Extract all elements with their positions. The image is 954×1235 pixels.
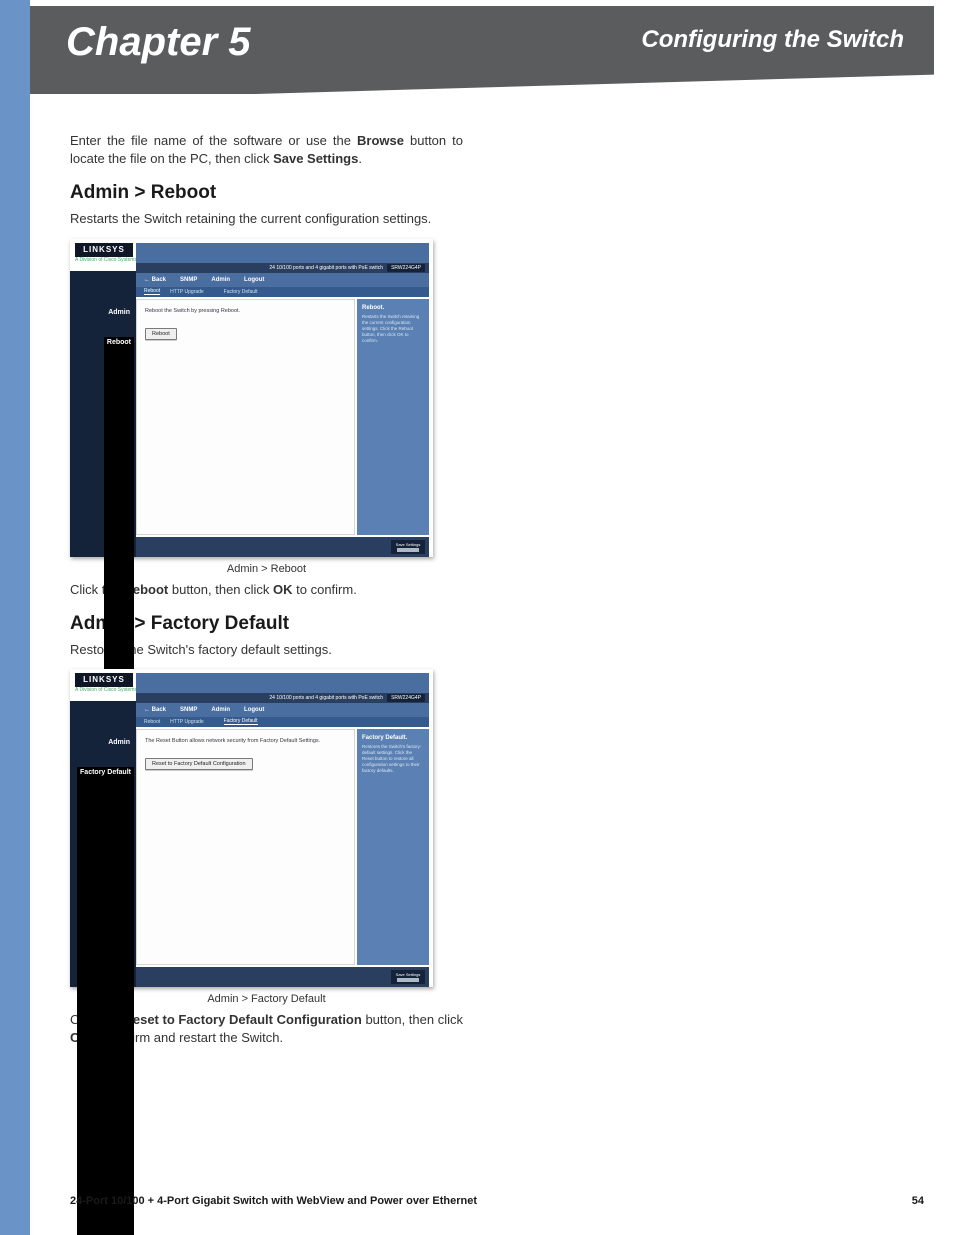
shot-save-label: Save Settings xyxy=(396,542,421,547)
page-header: Chapter 5 Configuring the Switch xyxy=(30,6,934,94)
bold-save-settings: Save Settings xyxy=(273,151,358,166)
shot-subnav-item: Reboot xyxy=(144,719,160,725)
shot-help-title: Factory Default. xyxy=(362,735,424,741)
shot-help-title: Reboot. xyxy=(362,305,424,311)
shot-logo: LINKSYS xyxy=(75,673,133,687)
shot-subnav-item: Reboot xyxy=(144,288,160,295)
footer-text: 24-Port 10/100 + 4-Port Gigabit Switch w… xyxy=(70,1195,477,1207)
shot-save-button[interactable]: Save Settings xyxy=(391,540,425,554)
heading-reboot: Admin > Reboot xyxy=(70,182,463,204)
text: Enter the file name of the software or u… xyxy=(70,133,357,148)
shot-top-band xyxy=(136,673,429,693)
content-area: Enter the file name of the software or u… xyxy=(70,132,910,1165)
figure-reboot: LINKSYS A Division of Cisco Systems, Inc… xyxy=(70,239,463,575)
bold-reset: Reset to Factory Default Configuration xyxy=(123,1012,361,1027)
shot-nav-item: Logout xyxy=(244,707,264,713)
shot-footer: Save Settings xyxy=(136,537,429,557)
shot-model: SRW224G4P xyxy=(387,694,425,702)
shot-subnav-item: Factory Default xyxy=(224,289,258,295)
header-subtitle: Configuring the Switch xyxy=(641,26,904,54)
shot-body-panel: Reboot the Switch by pressing Reboot. Re… xyxy=(136,299,355,535)
page-number: 54 xyxy=(912,1195,924,1207)
shot-product-text: 24 10/100 ports and 4 gigabit ports with… xyxy=(269,695,383,701)
shot-product-strip: 24 10/100 ports and 4 gigabit ports with… xyxy=(136,693,429,703)
page: Chapter 5 Configuring the Switch Enter t… xyxy=(0,0,954,1235)
shot-nav-bar: ← Back SNMP Admin Logout xyxy=(136,273,429,287)
shot-nav-item: Admin xyxy=(211,707,230,713)
figure-factory: LINKSYS A Division of Cisco Systems, Inc… xyxy=(70,669,463,1005)
shot-nav-item: ← Back xyxy=(144,277,166,283)
text: . xyxy=(358,151,362,166)
shot-help-panel: Factory Default. Restores the Switch's f… xyxy=(357,729,429,965)
bold-browse: Browse xyxy=(357,133,404,148)
shot-help-text: Restarts the Switch retaining the curren… xyxy=(362,314,424,344)
shot-subnav-bar: Reboot HTTP Upgrade Factory Default xyxy=(136,717,429,727)
cisco-icon xyxy=(397,978,419,982)
shot-logo: LINKSYS xyxy=(75,243,133,257)
screenshot-reboot: LINKSYS A Division of Cisco Systems, Inc… xyxy=(70,239,433,557)
shot-left-column: Admin Factory Default xyxy=(70,701,136,987)
text: button, then click xyxy=(362,1012,463,1027)
chapter-title: Chapter 5 xyxy=(66,20,251,65)
shot-left-column: Admin Reboot xyxy=(70,271,136,557)
reboot-description: Restarts the Switch retaining the curren… xyxy=(70,210,463,228)
shot-nav-main-label: Admin xyxy=(76,739,130,746)
shot-subnav-item: Factory Default xyxy=(224,718,258,725)
shot-factory-reset-button[interactable]: Reset to Factory Default Configuration xyxy=(145,758,253,770)
shot-reboot-button[interactable]: Reboot xyxy=(145,328,177,340)
shot-subnav-bar: Reboot HTTP Upgrade Factory Default xyxy=(136,287,429,297)
cisco-icon xyxy=(397,548,419,552)
shot-nav-item: Admin xyxy=(211,277,230,283)
shot-save-button[interactable]: Save Settings xyxy=(391,970,425,984)
shot-nav-item: ← Back xyxy=(144,707,166,713)
shot-save-label: Save Settings xyxy=(396,972,421,977)
two-column-layout: Enter the file name of the software or u… xyxy=(70,132,910,1165)
intro-paragraph: Enter the file name of the software or u… xyxy=(70,132,463,168)
shot-page-label: Factory Default xyxy=(77,767,134,1235)
bold-ok: OK xyxy=(273,582,293,597)
shot-help-text: Restores the Switch's factory-default se… xyxy=(362,744,424,774)
shot-nav-item: SNMP xyxy=(180,277,197,283)
shot-body-text: The Reset Button allows network security… xyxy=(145,738,346,744)
shot-model: SRW224G4P xyxy=(387,264,425,272)
shot-body-panel: The Reset Button allows network security… xyxy=(136,729,355,965)
shot-subnav-item: HTTP Upgrade xyxy=(170,719,204,725)
shot-nav-main-label: Admin xyxy=(76,309,130,316)
shot-nav-item: Logout xyxy=(244,277,264,283)
shot-product-text: 24 10/100 ports and 4 gigabit ports with… xyxy=(269,265,383,271)
page-footer: 24-Port 10/100 + 4-Port Gigabit Switch w… xyxy=(70,1195,924,1207)
screenshot-factory: LINKSYS A Division of Cisco Systems, Inc… xyxy=(70,669,433,987)
shot-product-strip: 24 10/100 ports and 4 gigabit ports with… xyxy=(136,263,429,273)
shot-footer: Save Settings xyxy=(136,967,429,987)
shot-top-band xyxy=(136,243,429,263)
shot-help-panel: Reboot. Restarts the Switch retaining th… xyxy=(357,299,429,535)
text: to confirm. xyxy=(293,582,357,597)
shot-body-text: Reboot the Switch by pressing Reboot. xyxy=(145,308,346,314)
shot-nav-item: SNMP xyxy=(180,707,197,713)
shot-nav-bar: ← Back SNMP Admin Logout xyxy=(136,703,429,717)
shot-subnav-item: HTTP Upgrade xyxy=(170,289,204,295)
left-rail xyxy=(0,0,30,1235)
text: button, then click xyxy=(168,582,273,597)
